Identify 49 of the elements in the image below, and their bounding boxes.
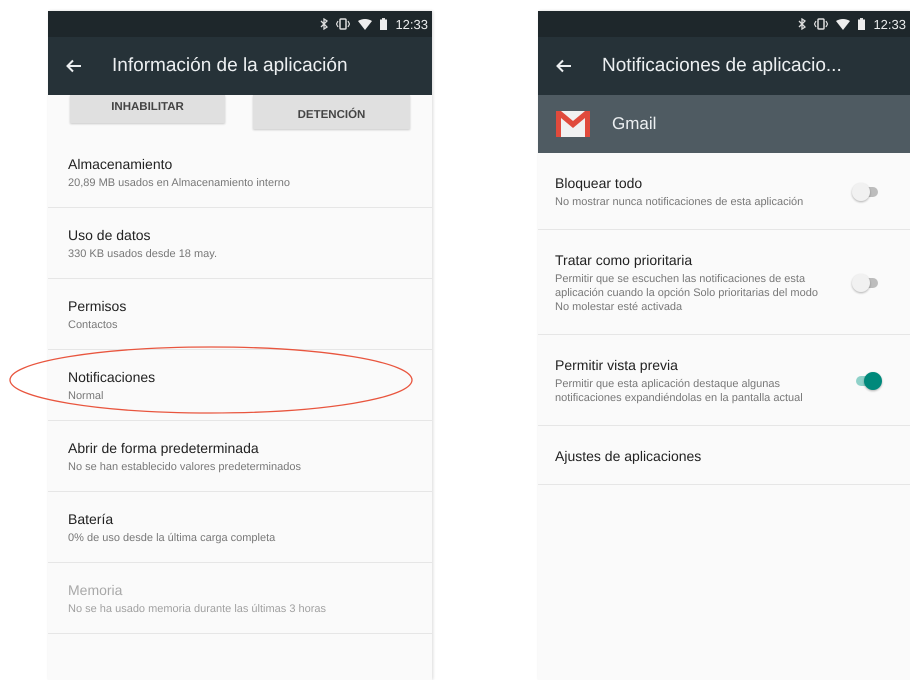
action-button[interactable]: INHABILITAR — [70, 95, 225, 123]
settings-item[interactable]: Permitir vista previa Permitir que esta aplicación destaque algunas notificaciones expandiéndolas en la pantalla actual — [538, 335, 910, 426]
status-time: 12:33 — [873, 16, 906, 32]
bluetooth-icon — [798, 18, 806, 30]
item-title: Permitir vista previa — [555, 357, 679, 373]
settings-item[interactable]: Batería 0% de uso desde la última carga completa — [48, 492, 432, 563]
battery-icon — [858, 18, 866, 30]
settings-item[interactable]: Bloquear todo No mostrar nunca notificaciones de esta aplicación — [538, 153, 910, 230]
battery-icon — [380, 18, 388, 30]
settings-item[interactable]: Abrir de forma predeterminada No se han establecido valores predeterminados — [48, 421, 432, 492]
item-title: Uso de datos — [68, 227, 152, 243]
item-subtitle: 0% de uso desde la última carga completa — [68, 531, 276, 545]
settings-item[interactable]: Notificaciones Normal — [48, 350, 432, 421]
item-subtitle: No se ha usado memoria durante las últimas 3 horas — [68, 602, 326, 616]
screen-title: Notificaciones de aplicacio... — [602, 55, 842, 77]
item-title: Ajustes de aplicaciones — [555, 448, 702, 464]
back-arrow-icon[interactable] — [556, 59, 572, 73]
item-subtitle: Permitir que se escuchen las notificaciones de esta aplicación cuando la opción Solo prioritarias del modo No molestar esté activada — [555, 272, 819, 314]
item-subtitle: Permitir que esta aplicación destaque algunas notificaciones expandiéndolas en la pantalla actual — [555, 377, 804, 405]
settings-item[interactable]: Almacenamiento 20,89 MB usados en Almacenamiento interno — [48, 137, 432, 208]
item-subtitle: No se han establecido valores predeterminados — [68, 460, 301, 474]
wifi-icon — [836, 18, 850, 30]
item-title: Batería — [68, 511, 114, 527]
item-title: Bloquear todo — [555, 175, 644, 191]
item-title: Almacenamiento — [68, 156, 174, 172]
item-title: Notificaciones — [68, 369, 156, 385]
settings-item[interactable]: Permisos Contactos — [48, 279, 432, 350]
settings-item[interactable]: Tratar como prioritaria Permitir que se escuchen las notificaciones de esta aplicación cuando la opción Solo prioritarias del modo No molestar esté activada — [538, 230, 910, 335]
settings-item[interactable]: Uso de datos 330 KB usados desde 18 may. — [48, 208, 432, 279]
screen-title: Información de la aplicación — [112, 55, 348, 77]
item-subtitle: Normal — [68, 389, 104, 403]
envelope-icon — [556, 111, 590, 137]
vibrate-icon — [336, 18, 350, 30]
item-subtitle: Contactos — [68, 318, 119, 332]
item-title: Memoria — [68, 582, 124, 598]
wifi-icon — [358, 18, 372, 30]
item-subtitle: 330 KB usados desde 18 may. — [68, 247, 218, 261]
app-name: Gmail — [612, 114, 656, 134]
item-subtitle: 20,89 MB usados en Almacenamiento interno — [68, 176, 290, 190]
status-time: 12:33 — [395, 16, 428, 32]
vibrate-icon — [814, 18, 828, 30]
back-arrow-icon[interactable] — [66, 59, 82, 73]
action-button[interactable]: DETENCIÓN — [253, 95, 410, 129]
bluetooth-icon — [320, 18, 328, 30]
item-title: Tratar como prioritaria — [555, 252, 694, 268]
item-title: Abrir de forma predeterminada — [68, 440, 260, 456]
settings-item[interactable]: Ajustes de aplicaciones — [538, 426, 910, 485]
item-title: Permisos — [68, 298, 126, 314]
item-subtitle: No mostrar nunca notificaciones de esta aplicación — [555, 195, 804, 209]
